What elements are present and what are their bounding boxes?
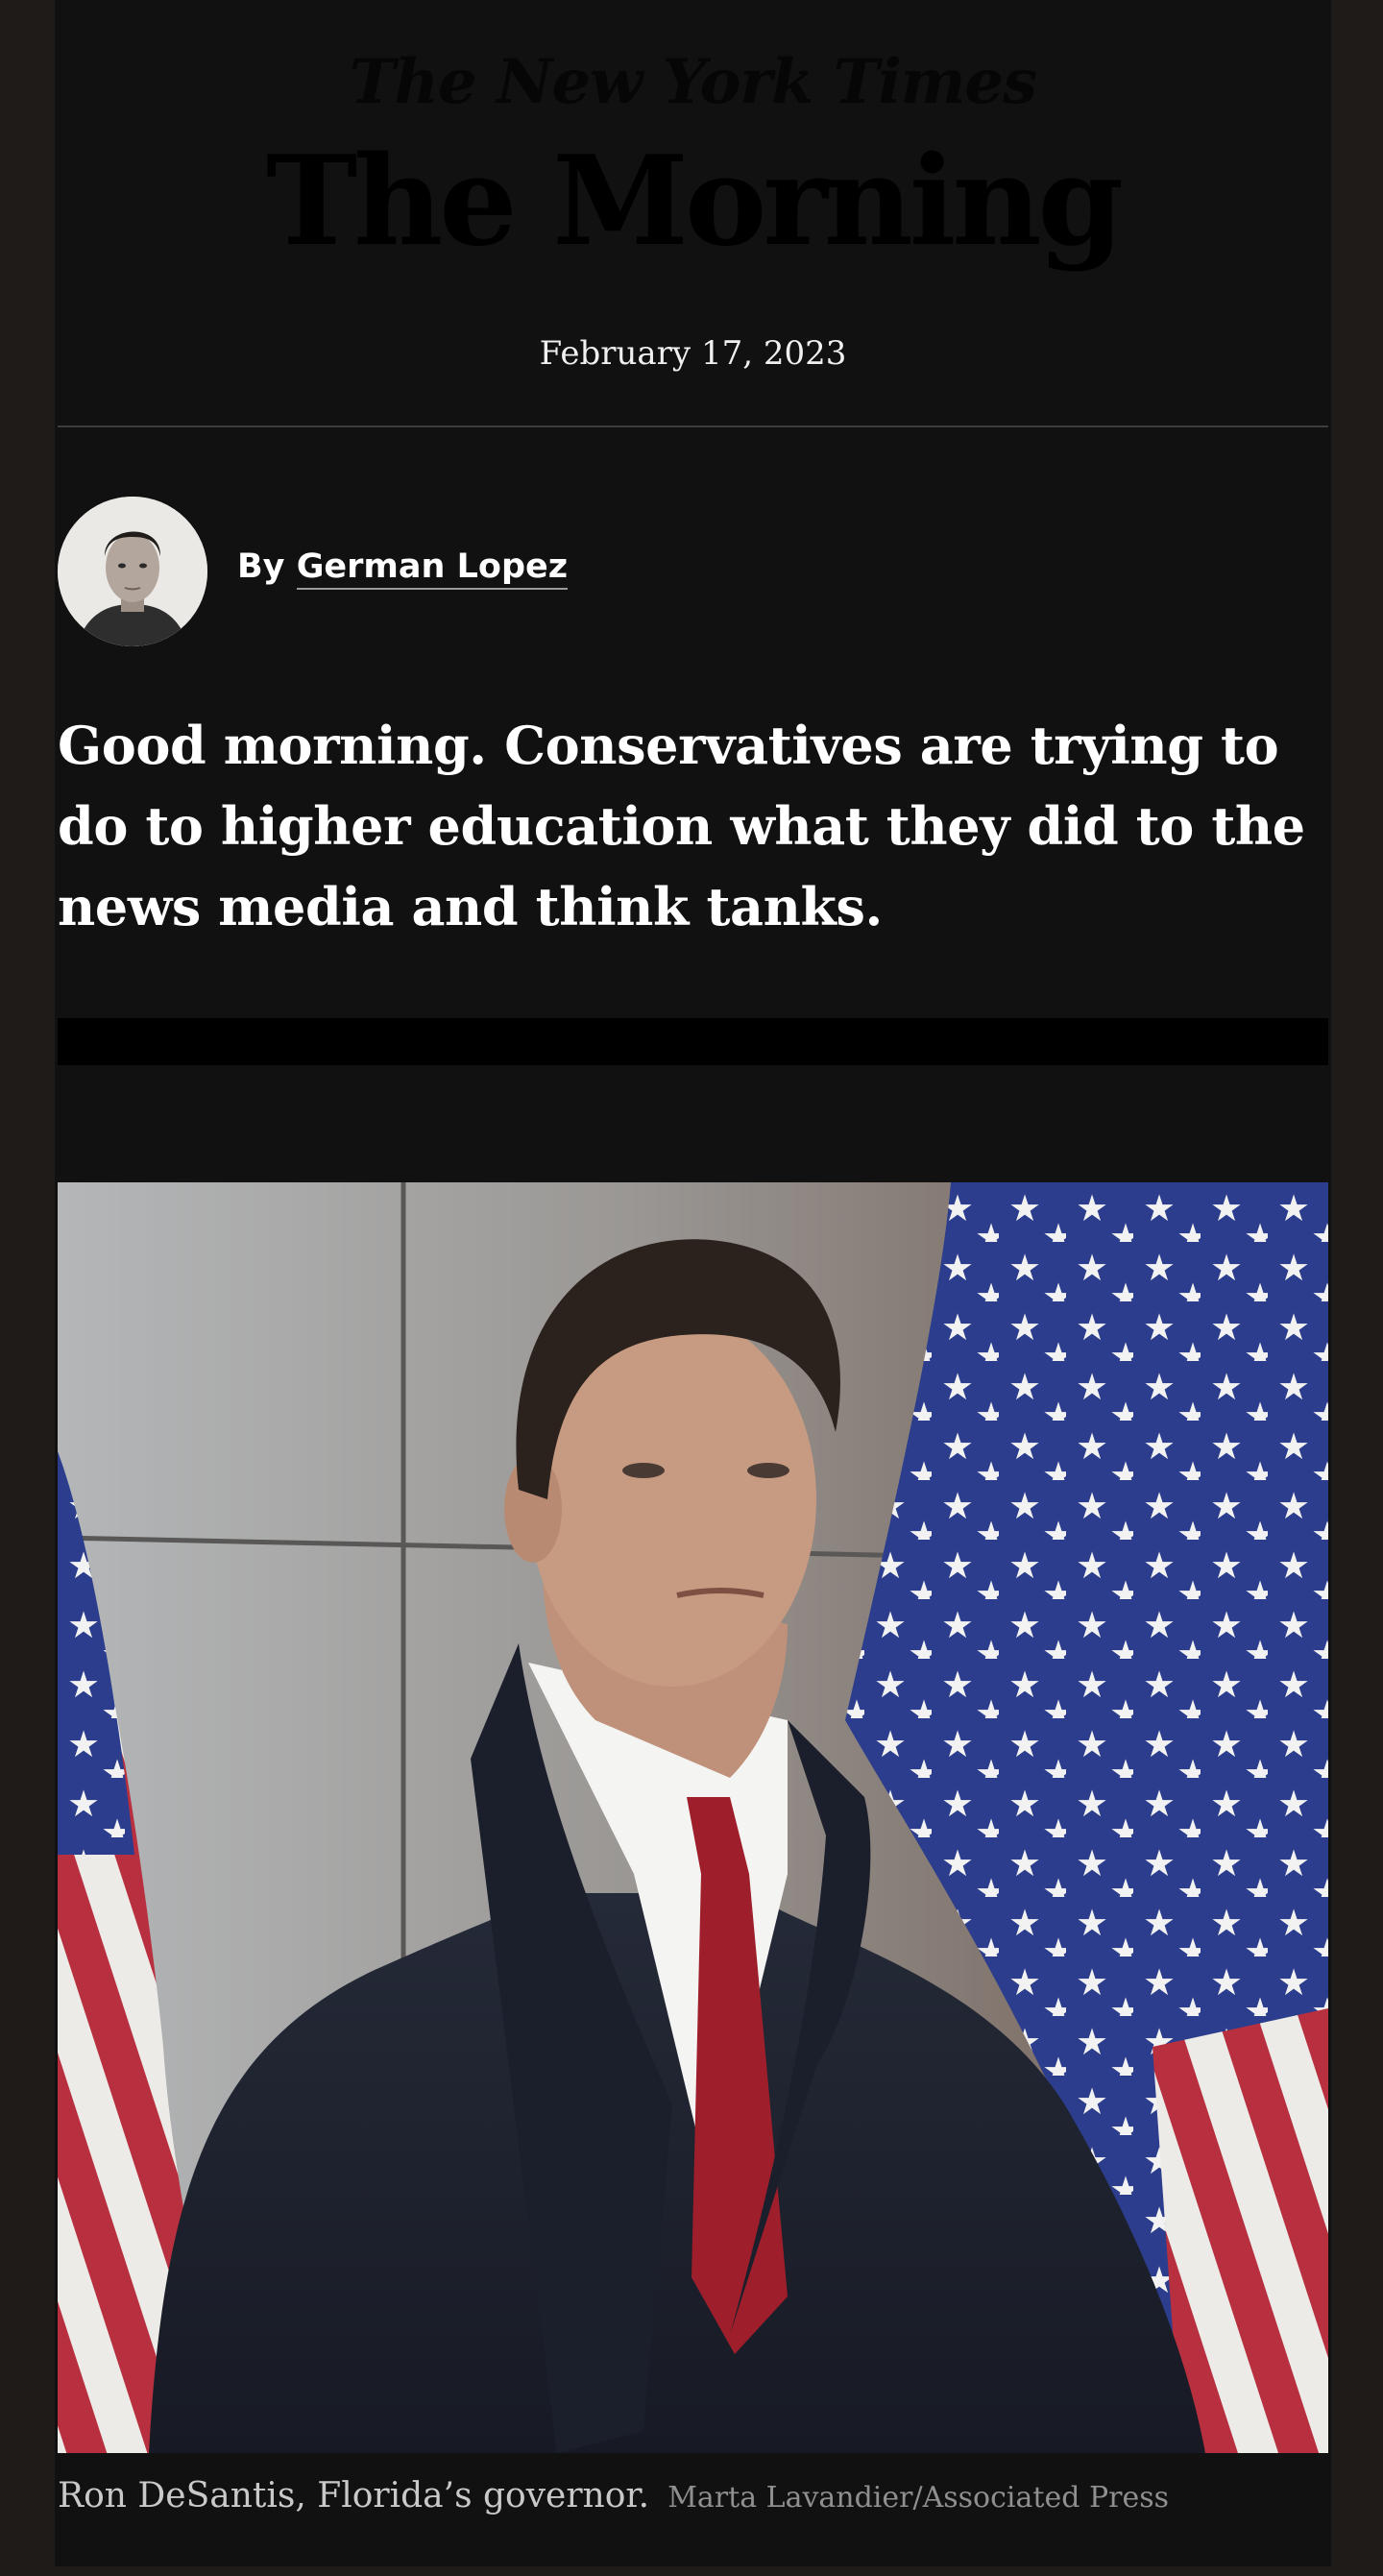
newsletter-page: The New York Times The Morning February … (55, 0, 1331, 2566)
newsletter-lede: Good morning. Conservatives are trying t… (58, 715, 1305, 937)
lead-photo[interactable]: ★ ★ (58, 1182, 1328, 2453)
byline: By German Lopez (237, 547, 569, 590)
newsletter-title: The Morning (265, 130, 1124, 274)
author-portrait-image (58, 497, 207, 646)
author-avatar[interactable] (58, 497, 207, 646)
photo-credit: Marta Lavandier/Associated Press (667, 2481, 1170, 2515)
caption-text: Ron DeSantis, Florida’s governor. (58, 2476, 650, 2515)
publication-logo: The New York Times (349, 46, 1037, 118)
issue-date: February 17, 2023 (539, 334, 847, 373)
byline-prefix: By (237, 547, 285, 586)
author-link[interactable]: German Lopez (296, 547, 569, 590)
photo-caption: Ron DeSantis, Florida’s governor. Marta … (58, 2476, 1169, 2515)
ad-placeholder-bar (58, 1018, 1328, 1065)
desantis-photo-image: ★ ★ (58, 1182, 1328, 2453)
divider (58, 425, 1328, 427)
